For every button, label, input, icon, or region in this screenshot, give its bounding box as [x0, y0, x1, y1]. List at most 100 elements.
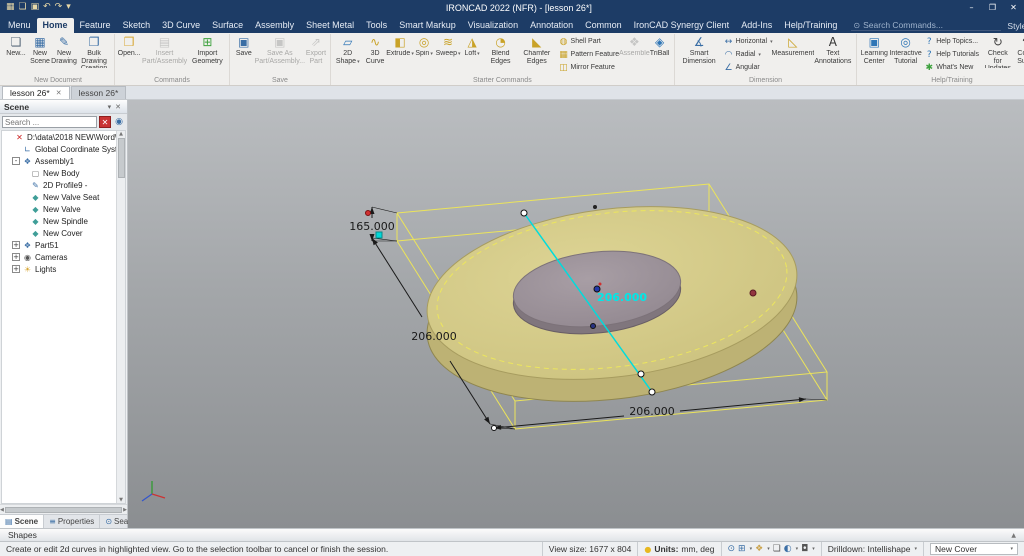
drilldown-selector[interactable]: Drilldown: Intellishape ▾ [820, 542, 923, 556]
tree-item-new-body[interactable]: ▢ New Body [2, 167, 116, 179]
app-menu-icon[interactable]: ▦ [6, 0, 15, 15]
ribbon-button-help-tutorials[interactable]: ? Help Tutorials [922, 48, 981, 61]
tree-item-part51[interactable]: + ❖ Part51 [2, 239, 116, 251]
ribbon-button-bulk-drawing-creation[interactable]: ❐Bulk Drawing Creation [76, 34, 112, 68]
expand-icon[interactable]: + [12, 265, 20, 273]
ribbon-button-new-scene[interactable]: ▦ New Scene [28, 34, 52, 65]
menu-tab-feature[interactable]: Feature [74, 18, 117, 33]
find-icon[interactable]: ◉ [113, 116, 125, 128]
ribbon-button-angular[interactable]: ∠ Angular [722, 61, 775, 74]
command-search[interactable]: ⊙ [851, 20, 1002, 31]
scrollbar-thumb[interactable] [117, 138, 125, 178]
tree-item-new-valve-seat[interactable]: ◆ New Valve Seat [2, 191, 116, 203]
new-document-icon[interactable]: ❏ [19, 0, 27, 15]
tree-item-assembly1[interactable]: - ❖ Assembly1 [2, 155, 116, 167]
dimension-diameter-label[interactable]: 206.000 [597, 291, 647, 304]
menu-tab-home[interactable]: Home [36, 18, 74, 33]
tree-item-new-valve[interactable]: ◆ New Valve [2, 203, 116, 215]
menu-tab-assembly[interactable]: Assembly [249, 18, 300, 33]
dimension-bottom-label[interactable]: 206.000 [629, 405, 675, 418]
command-search-input[interactable] [863, 20, 994, 30]
ribbon-button-blend-edges[interactable]: ◔ Blend Edges [484, 34, 517, 65]
ribbon-button-3d-curve[interactable]: ∿ 3D Curve [362, 34, 388, 65]
menu-tab-help-training[interactable]: Help/Training [778, 18, 843, 33]
ribbon-button-horizontal[interactable]: ↔ Horizontal ▾ [722, 35, 775, 48]
tree-item-d-data-2018-new-word-tech-ne[interactable]: ✕ D:\data\2018 NEW\Word\TECH-NE [2, 131, 116, 143]
undo-icon[interactable]: ↶ [43, 0, 51, 15]
panel-close-icon[interactable]: ✕ [113, 103, 123, 111]
document-tab-lesson-26[interactable]: lesson 26* [70, 86, 127, 99]
qat-dropdown-icon[interactable]: ▾ [66, 0, 71, 15]
menu-tab-visualization[interactable]: Visualization [462, 18, 524, 33]
expand-icon[interactable]: + [12, 241, 20, 249]
tree-vertical-scrollbar[interactable]: ▲ ▼ [116, 131, 125, 503]
ribbon-button-mirror-feature[interactable]: ◫ Mirror Feature [557, 61, 622, 74]
ribbon-button-extrude[interactable]: ◧ Extrude▾ [386, 34, 414, 58]
expand-icon[interactable]: + [12, 253, 20, 261]
close-tab-icon[interactable]: ✕ [56, 89, 62, 97]
scroll-up-icon[interactable]: ▲ [119, 131, 123, 137]
ribbon-button-radial[interactable]: ◠ Radial ▾ [722, 48, 775, 61]
menu-tab-ironcad-synergy-client[interactable]: IronCAD Synergy Client [628, 18, 736, 33]
ribbon-button-learning-center[interactable]: ▣ Learning Center [859, 34, 889, 65]
shapes-catalog-bar[interactable]: Shapes ▲ [0, 528, 1024, 541]
panel-tab-properties[interactable]: ≡ Properties [44, 515, 101, 528]
paper-view-icon[interactable]: ❏ [773, 544, 781, 554]
menu-tab-annotation[interactable]: Annotation [524, 18, 579, 33]
ribbon-button-spin[interactable]: ◎ Spin▾ [412, 34, 436, 58]
scene-settings-icon[interactable]: ◘ [801, 544, 808, 554]
scroll-right-icon[interactable]: ▶ [123, 507, 127, 513]
dimension-height-label[interactable]: 165.000 [349, 220, 395, 233]
ribbon-button-check-for-updates[interactable]: ↻Check for Updates [981, 34, 1015, 68]
tree-horizontal-scrollbar[interactable]: ◀ ▶ [0, 504, 127, 514]
menu-tab-smart-markup[interactable]: Smart Markup [393, 18, 462, 33]
chevron-up-icon[interactable]: ▲ [1011, 532, 1016, 539]
scroll-down-icon[interactable]: ▼ [119, 497, 123, 503]
menu-tab-sketch[interactable]: Sketch [117, 18, 157, 33]
tree-item-new-cover[interactable]: ◆ New Cover [2, 227, 116, 239]
collapse-icon[interactable]: - [12, 157, 20, 165]
scrollbar-thumb[interactable] [4, 506, 123, 513]
3d-viewport[interactable]: 165.000 206.000 206.000 206.000 [128, 100, 1024, 528]
ribbon-button-chamfer-edges[interactable]: ◣ Chamfer Edges [517, 34, 556, 65]
styles-menu[interactable]: Styles ▾ [1007, 21, 1024, 31]
scroll-left-icon[interactable]: ◀ [0, 507, 4, 513]
ribbon-button-loft[interactable]: ◮ Loft▾ [460, 34, 484, 58]
menu-tab-common[interactable]: Common [579, 18, 628, 33]
ribbon-button-assemble[interactable]: ❖ Assemble [619, 34, 650, 58]
restore-button[interactable]: ❐ [982, 0, 1003, 15]
close-button[interactable]: ✕ [1003, 0, 1024, 15]
ribbon-button-measurement[interactable]: ◺ Measurement [772, 34, 815, 58]
tree-item-cameras[interactable]: + ◉ Cameras [2, 251, 116, 263]
ribbon-button-smart-dimension[interactable]: ∡ Smart Dimension [677, 34, 722, 65]
ribbon-button-save-as-part-assembly[interactable]: ▣ Save As Part/Assembly... [255, 34, 305, 65]
ribbon-button-new-drawing[interactable]: ✎ New Drawing [51, 34, 77, 65]
ribbon-button-2d-shape[interactable]: ▱ 2D Shape▾ [333, 34, 362, 65]
tree-item-global-coordinate-system[interactable]: ∟ Global Coordinate System [2, 143, 116, 155]
ribbon-button-what-s-new[interactable]: ✱ What's New [922, 61, 981, 74]
fit-scene-icon[interactable]: ⊞ [738, 544, 746, 554]
dimension-left-label[interactable]: 206.000 [411, 330, 457, 343]
menu-tab-sheet-metal[interactable]: Sheet Metal [300, 18, 360, 33]
tree-item-lights[interactable]: + ☀ Lights [2, 263, 116, 275]
ribbon-button-interactive-tutorial[interactable]: ◎ Interactive Tutorial [889, 34, 922, 65]
ribbon-button-open[interactable]: ❒ Open... [117, 34, 141, 58]
shading-mode-icon[interactable]: ◐ [784, 544, 792, 554]
render-style-icon[interactable]: ❖ [755, 544, 763, 554]
ribbon-button-sweep[interactable]: ≋ Sweep▾ [436, 34, 461, 58]
redo-icon[interactable]: ↷ [55, 0, 63, 15]
ribbon-button-save[interactable]: ▣ Save [232, 34, 256, 58]
panel-tab-scene[interactable]: ▤ Scene [0, 515, 45, 528]
save-icon[interactable]: ▣ [31, 0, 40, 15]
selection-combo[interactable]: New Cover ▾ [930, 543, 1018, 555]
tree-item-2d-profile9[interactable]: ✎ 2D Profile9 - [2, 179, 116, 191]
menu-tab-add-ins[interactable]: Add-Ins [735, 18, 778, 33]
document-tab-lesson-26[interactable]: lesson 26* ✕ [2, 86, 70, 99]
ribbon-button-new[interactable]: ❏ New... [4, 34, 28, 58]
3d-viewport-canvas[interactable]: 165.000 206.000 206.000 206.000 [128, 100, 1024, 528]
ribbon-button-contact-support[interactable]: ☎Contact Support [1015, 34, 1024, 65]
ribbon-button-insert-part-assembly[interactable]: ▤ Insert Part/Assembly [141, 34, 188, 65]
menu-tab-tools[interactable]: Tools [360, 18, 393, 33]
clear-search-icon[interactable]: ✕ [99, 116, 111, 128]
menu-tab-menu[interactable]: Menu [2, 18, 37, 33]
